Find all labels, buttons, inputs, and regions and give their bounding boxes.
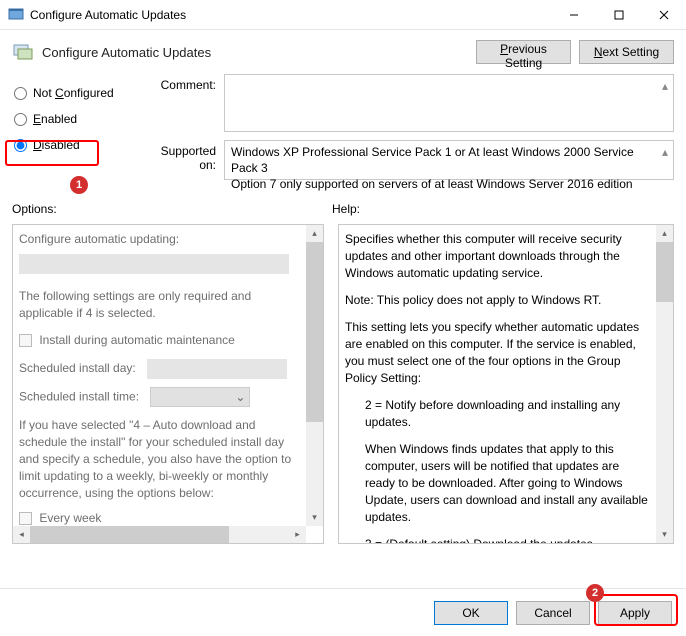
scheduled-time-label: Scheduled install time: [19,390,139,404]
supported-text: Windows XP Professional Service Pack 1 o… [231,145,634,191]
close-button[interactable] [641,0,686,30]
panes: Configure automatic updating: The follow… [0,220,686,544]
radio-not-configured[interactable]: Not Configured [12,80,142,106]
titlebar: Configure Automatic Updates [0,0,686,30]
scroll-up-icon[interactable]: ▴ [306,225,323,242]
radio-column: Not Configured Enabled Disabled [12,74,142,188]
help-p4: 2 = Notify before downloading and instal… [345,397,650,431]
window-title: Configure Automatic Updates [30,8,551,22]
field-column: Comment: ▴ Supported on: Windows XP Prof… [142,74,674,188]
install-maintenance-row[interactable]: Install during automatic maintenance [19,332,300,349]
section-labels: Options: Help: [0,188,686,220]
next-setting-button[interactable]: Next Setting [579,40,674,64]
app-icon [8,7,24,23]
install-maintenance-label: Install during automatic maintenance [39,333,234,347]
every-week-checkbox[interactable] [19,512,32,525]
help-p6: 3 = (Default setting) Download the updat… [345,536,650,543]
options-section-label: Options: [12,202,332,216]
radio-disabled[interactable]: Disabled [12,132,142,158]
previous-setting-button[interactable]: Previous Setting [476,40,571,64]
help-p2: Note: This policy does not apply to Wind… [345,292,650,309]
ok-button[interactable]: OK [434,601,508,625]
radio-not-configured-input[interactable] [14,87,27,100]
supported-box: Windows XP Professional Service Pack 1 o… [224,140,674,180]
footer: OK Cancel Apply [0,588,686,636]
scheduled-day-label: Scheduled install day: [19,361,136,375]
options-hscroll[interactable]: ◂ ▸ [13,526,306,543]
auto-download-text: If you have selected "4 – Auto download … [19,417,300,502]
annotation-badge-1: 1 [70,176,88,194]
cancel-button[interactable]: Cancel [516,601,590,625]
scheduled-time-dropdown[interactable]: ⌄ [150,387,250,407]
scroll-down-icon[interactable]: ▾ [656,526,673,543]
comment-scroll-up[interactable]: ▴ [659,79,671,93]
supported-label: Supported on: [142,140,224,180]
maximize-button[interactable] [596,0,641,30]
options-vscroll-thumb[interactable] [306,242,323,422]
install-maintenance-checkbox[interactable] [19,334,32,347]
configure-updating-dropdown[interactable] [19,254,289,274]
radio-enabled-input[interactable] [14,113,27,126]
comment-input[interactable]: ▴ [224,74,674,132]
scheduled-day-dropdown[interactable] [147,359,287,379]
config-area: Not Configured Enabled Disabled Comment:… [0,70,686,188]
header-row: Configure Automatic Updates Previous Set… [0,30,686,70]
scroll-up-icon[interactable]: ▴ [656,225,673,242]
configure-updating-label: Configure automatic updating: [19,231,300,248]
help-vscroll-thumb[interactable] [656,242,673,302]
help-pane: Specifies whether this computer will rec… [338,224,674,544]
radio-enabled[interactable]: Enabled [12,106,142,132]
supported-scroll-up[interactable]: ▴ [659,145,671,159]
policy-icon [12,41,34,63]
help-vscroll[interactable]: ▴ ▾ [656,225,673,543]
scroll-down-icon[interactable]: ▾ [306,509,323,526]
scroll-right-icon[interactable]: ▸ [289,526,306,543]
options-body: Configure automatic updating: The follow… [13,225,306,526]
options-vscroll[interactable]: ▴ ▾ [306,225,323,526]
help-p3: This setting lets you specify whether au… [345,319,650,387]
page-title: Configure Automatic Updates [42,45,468,60]
help-section-label: Help: [332,202,674,216]
comment-label: Comment: [142,74,224,132]
radio-disabled-input[interactable] [14,139,27,152]
help-p5: When Windows finds updates that apply to… [345,441,650,526]
apply-button[interactable]: Apply [598,601,672,625]
minimize-button[interactable] [551,0,596,30]
help-body: Specifies whether this computer will rec… [339,225,656,543]
help-p1: Specifies whether this computer will rec… [345,231,650,282]
options-pane: Configure automatic updating: The follow… [12,224,324,544]
required-settings-text: The following settings are only required… [19,288,300,322]
annotation-badge-2: 2 [586,584,604,602]
options-hscroll-thumb[interactable] [30,526,229,543]
scroll-left-icon[interactable]: ◂ [13,526,30,543]
every-week-label: Every week [39,511,101,525]
every-week-row[interactable]: Every week [19,510,300,526]
